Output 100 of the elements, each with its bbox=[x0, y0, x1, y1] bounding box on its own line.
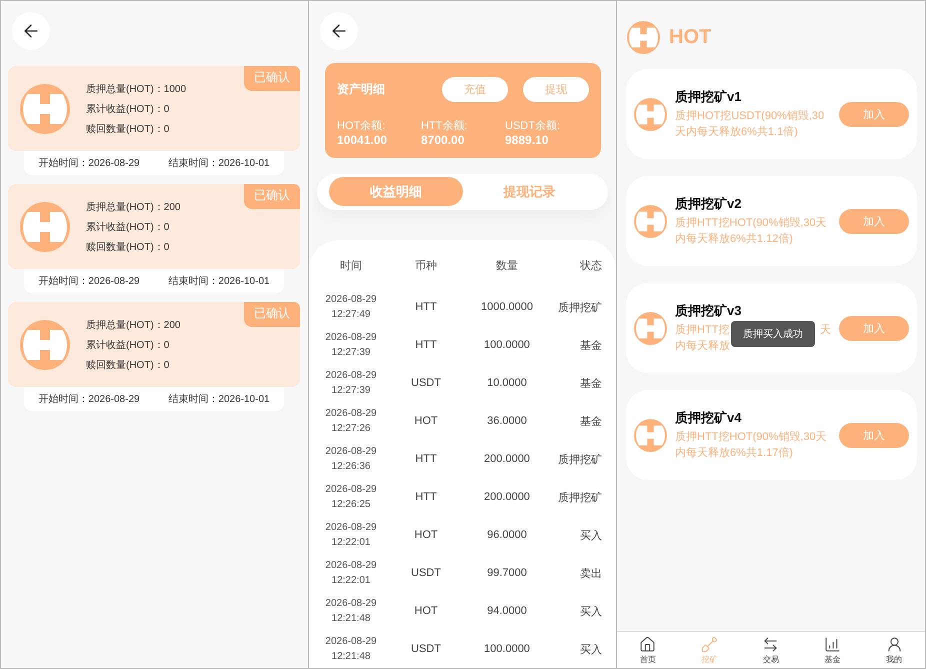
home-icon bbox=[639, 636, 656, 652]
balance-value: 8700.00 bbox=[421, 133, 466, 147]
start-date: 开始时间：2026-08-29 bbox=[38, 392, 140, 406]
bar-chart-icon bbox=[824, 636, 842, 652]
join-button[interactable]: 加入 bbox=[839, 422, 909, 448]
status-badge: 已确认 bbox=[244, 184, 300, 209]
tab[interactable]: 收益明细 bbox=[329, 177, 462, 206]
end-date: 结束时间：2026-10-01 bbox=[168, 274, 270, 288]
nav-item[interactable]: 挖矿 bbox=[678, 632, 740, 668]
table-cell-text: 2026-08-29 12:27:49 bbox=[324, 293, 378, 322]
withdraw-button[interactable]: 提现 bbox=[523, 77, 589, 102]
back-button[interactable] bbox=[320, 12, 358, 50]
column-header: 数量 bbox=[495, 258, 519, 272]
end-date: 结束时间：2026-10-01 bbox=[168, 392, 270, 406]
stake-detail: 质押总量(HOT)：200 bbox=[86, 200, 180, 214]
column-header: 时间 bbox=[339, 258, 363, 272]
table-cell-text: 买入 bbox=[579, 528, 602, 542]
h-logo-icon bbox=[634, 312, 667, 344]
table-cell-text: 买入 bbox=[579, 642, 602, 656]
table-cell-text: 94.0000 bbox=[486, 605, 528, 617]
table-cell-text: 99.7000 bbox=[486, 567, 528, 579]
stake-detail: 累计收益(HOT)：0 bbox=[86, 220, 170, 234]
stake-detail: 累计收益(HOT)：0 bbox=[86, 102, 170, 116]
table-cell-text: 2026-08-29 12:27:39 bbox=[324, 369, 378, 398]
asset-title: 资产明细 bbox=[337, 81, 386, 98]
balance-label: HOT余额: bbox=[337, 118, 386, 133]
product-description: 质押HOT挖USDT(90%销毁,30天内每天释放6%共1.1倍) bbox=[675, 108, 826, 140]
table-cell-text: 2026-08-29 12:21:48 bbox=[324, 597, 378, 626]
nav-item[interactable]: 交易 bbox=[740, 632, 802, 668]
product-title: 质押挖矿v4 bbox=[675, 408, 742, 427]
table-cell-text: 质押挖矿 bbox=[557, 300, 602, 314]
product-description: 天 bbox=[820, 322, 831, 338]
table-cell-text: HTT bbox=[414, 491, 438, 503]
product-description: 质押HTT挖HOT(90%销毁,30天内每天释放6%共1.17倍) bbox=[675, 430, 828, 460]
stake-detail: 赎回数量(HOT)：0 bbox=[86, 122, 170, 136]
stake-detail: 质押总量(HOT)：1000 bbox=[86, 82, 186, 96]
balance-value: 9889.10 bbox=[505, 133, 550, 147]
table-cell-text: 2026-08-29 12:22:01 bbox=[324, 559, 378, 588]
brand-name: HOT bbox=[669, 26, 712, 49]
table-cell-text: 2026-08-29 12:27:26 bbox=[324, 407, 378, 436]
status-badge: 已确认 bbox=[244, 66, 300, 91]
h-logo-icon bbox=[20, 202, 70, 252]
column-header: 币种 bbox=[414, 258, 438, 272]
table-cell-text: USDT bbox=[410, 377, 442, 389]
table-cell-text: 200.0000 bbox=[483, 453, 531, 465]
table-cell-text: 买入 bbox=[579, 604, 602, 618]
h-logo-icon bbox=[20, 84, 70, 134]
join-button[interactable]: 加入 bbox=[839, 316, 909, 340]
toast-message: 质押买入成功 bbox=[731, 321, 815, 347]
start-date: 开始时间：2026-08-29 bbox=[38, 274, 140, 288]
table-cell-text: 1000.0000 bbox=[480, 301, 534, 313]
table-cell-text: 质押挖矿 bbox=[557, 490, 602, 504]
user-icon bbox=[886, 636, 903, 652]
h-logo-icon bbox=[634, 418, 667, 452]
h-logo-icon bbox=[634, 98, 667, 130]
table-cell-text: USDT bbox=[410, 567, 442, 579]
tab[interactable]: 提现记录 bbox=[462, 177, 596, 206]
table-cell-text: HOT bbox=[413, 415, 439, 427]
table-cell-text: 卖出 bbox=[579, 566, 602, 580]
table-cell-text: 质押挖矿 bbox=[557, 452, 602, 466]
table-cell-text: 100.0000 bbox=[483, 339, 531, 351]
table-cell-text: HOT bbox=[413, 605, 439, 617]
nav-item[interactable]: 首页 bbox=[617, 632, 679, 668]
table-cell-text: 36.0000 bbox=[486, 415, 528, 427]
table-cell-text: 200.0000 bbox=[483, 491, 531, 503]
table-cell-text: 基金 bbox=[579, 338, 602, 352]
table-cell-text: 100.0000 bbox=[483, 643, 531, 655]
table-cell-text: HTT bbox=[414, 301, 438, 313]
end-date: 结束时间：2026-10-01 bbox=[168, 156, 270, 170]
back-button[interactable] bbox=[12, 12, 50, 50]
table-cell-text: 2026-08-29 12:26:25 bbox=[324, 483, 378, 512]
balance-label: USDT余额: bbox=[505, 118, 561, 133]
join-button[interactable]: 加入 bbox=[839, 208, 909, 234]
h-logo-icon bbox=[20, 320, 70, 370]
nav-item[interactable]: 基金 bbox=[802, 632, 864, 668]
product-title: 质押挖矿v2 bbox=[675, 194, 742, 213]
status-badge: 已确认 bbox=[244, 302, 300, 327]
start-date: 开始时间：2026-08-29 bbox=[38, 156, 140, 170]
table-cell-text: HOT bbox=[413, 529, 439, 541]
table-cell-text: 基金 bbox=[579, 376, 602, 390]
product-description: 质押HTT挖HOT(90%销毁,30天内每天释放6%共1.12倍) bbox=[675, 216, 828, 246]
shovel-icon bbox=[700, 636, 718, 652]
exchange-icon bbox=[762, 636, 780, 652]
table-cell-text: 2026-08-29 12:21:48 bbox=[324, 635, 378, 664]
deposit-button[interactable]: 充值 bbox=[442, 77, 508, 102]
stake-detail: 赎回数量(HOT)：0 bbox=[86, 358, 170, 372]
balance-value: 10041.00 bbox=[337, 133, 388, 147]
product-description: 质押HTT挖 bbox=[675, 322, 730, 338]
product-title: 质押挖矿v3 bbox=[675, 302, 742, 320]
table-cell-text: 96.0000 bbox=[486, 529, 528, 541]
table-cell-text: HTT bbox=[414, 453, 438, 465]
balance-label: HTT余额: bbox=[421, 118, 468, 133]
table-cell-text: USDT bbox=[410, 643, 442, 655]
nav-item[interactable]: 我的 bbox=[863, 632, 925, 668]
table-cell-text: 基金 bbox=[579, 414, 602, 428]
table-cell-text: 2026-08-29 12:26:36 bbox=[324, 445, 378, 474]
stake-detail: 赎回数量(HOT)：0 bbox=[86, 240, 170, 254]
stake-detail: 质押总量(HOT)：200 bbox=[86, 318, 180, 332]
join-button[interactable]: 加入 bbox=[839, 102, 909, 126]
table-cell-text: 2026-08-29 12:22:01 bbox=[324, 521, 378, 550]
